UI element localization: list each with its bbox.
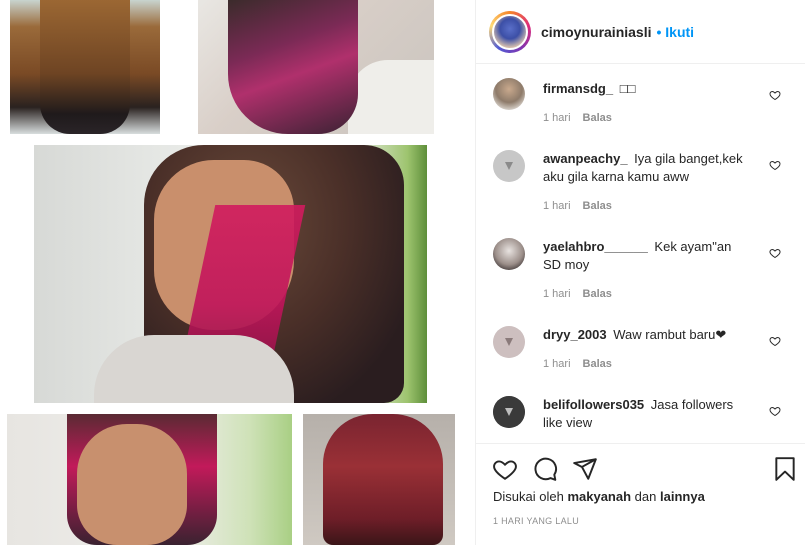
reply-button[interactable]: Balas: [583, 112, 612, 124]
comment-time[interactable]: 1 hari: [543, 200, 571, 212]
photo-top-right: [198, 0, 434, 134]
comment-username[interactable]: firmansdg_: [543, 81, 613, 96]
reply-button[interactable]: Balas: [583, 288, 612, 300]
follow-label[interactable]: Ikuti: [665, 24, 694, 40]
like-comment-heart-icon[interactable]: [769, 246, 781, 259]
post-header: cimoynurainiasli • Ikuti: [476, 0, 805, 64]
heart-icon[interactable]: [492, 456, 518, 482]
share-icon[interactable]: [572, 456, 598, 482]
comment-time[interactable]: 1 hari: [543, 112, 571, 124]
comment-username[interactable]: belifollowers035: [543, 397, 644, 412]
follow-separator: •: [656, 23, 662, 40]
follow-button[interactable]: • Ikuti: [656, 24, 694, 40]
avatar[interactable]: [493, 78, 525, 110]
likes-others-link[interactable]: lainnya: [660, 489, 705, 504]
photo-bottom-left: [7, 414, 292, 545]
avatar[interactable]: [493, 150, 525, 182]
comment-text: Waw rambut baru❤: [613, 327, 727, 342]
avatar[interactable]: [493, 238, 525, 270]
like-comment-heart-icon[interactable]: [769, 88, 781, 101]
photo-center: [34, 145, 427, 403]
likes-connector: dan: [634, 489, 657, 504]
comment-icon[interactable]: [532, 456, 558, 482]
bookmark-icon[interactable]: [772, 456, 798, 482]
comment-username[interactable]: awanpeachy_: [543, 151, 628, 166]
comment-time[interactable]: 1 hari: [543, 358, 571, 370]
avatar[interactable]: [493, 396, 525, 428]
comment-text: □□: [619, 81, 636, 96]
photo-top-left: [10, 0, 160, 134]
comments-list[interactable]: firmansdg_ □□ 1 hari Balas awanpeachy_ Iy…: [476, 66, 805, 440]
liked-by-user[interactable]: makyanah: [567, 489, 631, 504]
like-comment-heart-icon[interactable]: [769, 158, 781, 171]
photo-bottom-right: [303, 414, 455, 545]
post-actions: Disukai oleh makyanah dan lainnya 1 HARI…: [476, 443, 805, 545]
post-side-panel: cimoynurainiasli • Ikuti firmansdg_ □□ 1…: [475, 0, 805, 545]
avatar[interactable]: [493, 326, 525, 358]
author-username[interactable]: cimoynurainiasli: [541, 24, 651, 40]
reply-button[interactable]: Balas: [583, 358, 612, 370]
like-comment-heart-icon[interactable]: [769, 334, 781, 347]
like-comment-heart-icon[interactable]: [769, 404, 781, 417]
comment-username[interactable]: dryy_2003: [543, 327, 607, 342]
likes-summary: Disukai oleh makyanah dan lainnya: [493, 489, 705, 504]
likes-prefix: Disukai oleh: [493, 489, 564, 504]
comment-time[interactable]: 1 hari: [543, 288, 571, 300]
author-avatar[interactable]: [489, 10, 531, 53]
comment-username[interactable]: yaelahbro______: [543, 239, 648, 254]
post-media[interactable]: [0, 0, 475, 545]
reply-button[interactable]: Balas: [583, 200, 612, 212]
post-timestamp[interactable]: 1 HARI YANG LALU: [493, 516, 579, 526]
